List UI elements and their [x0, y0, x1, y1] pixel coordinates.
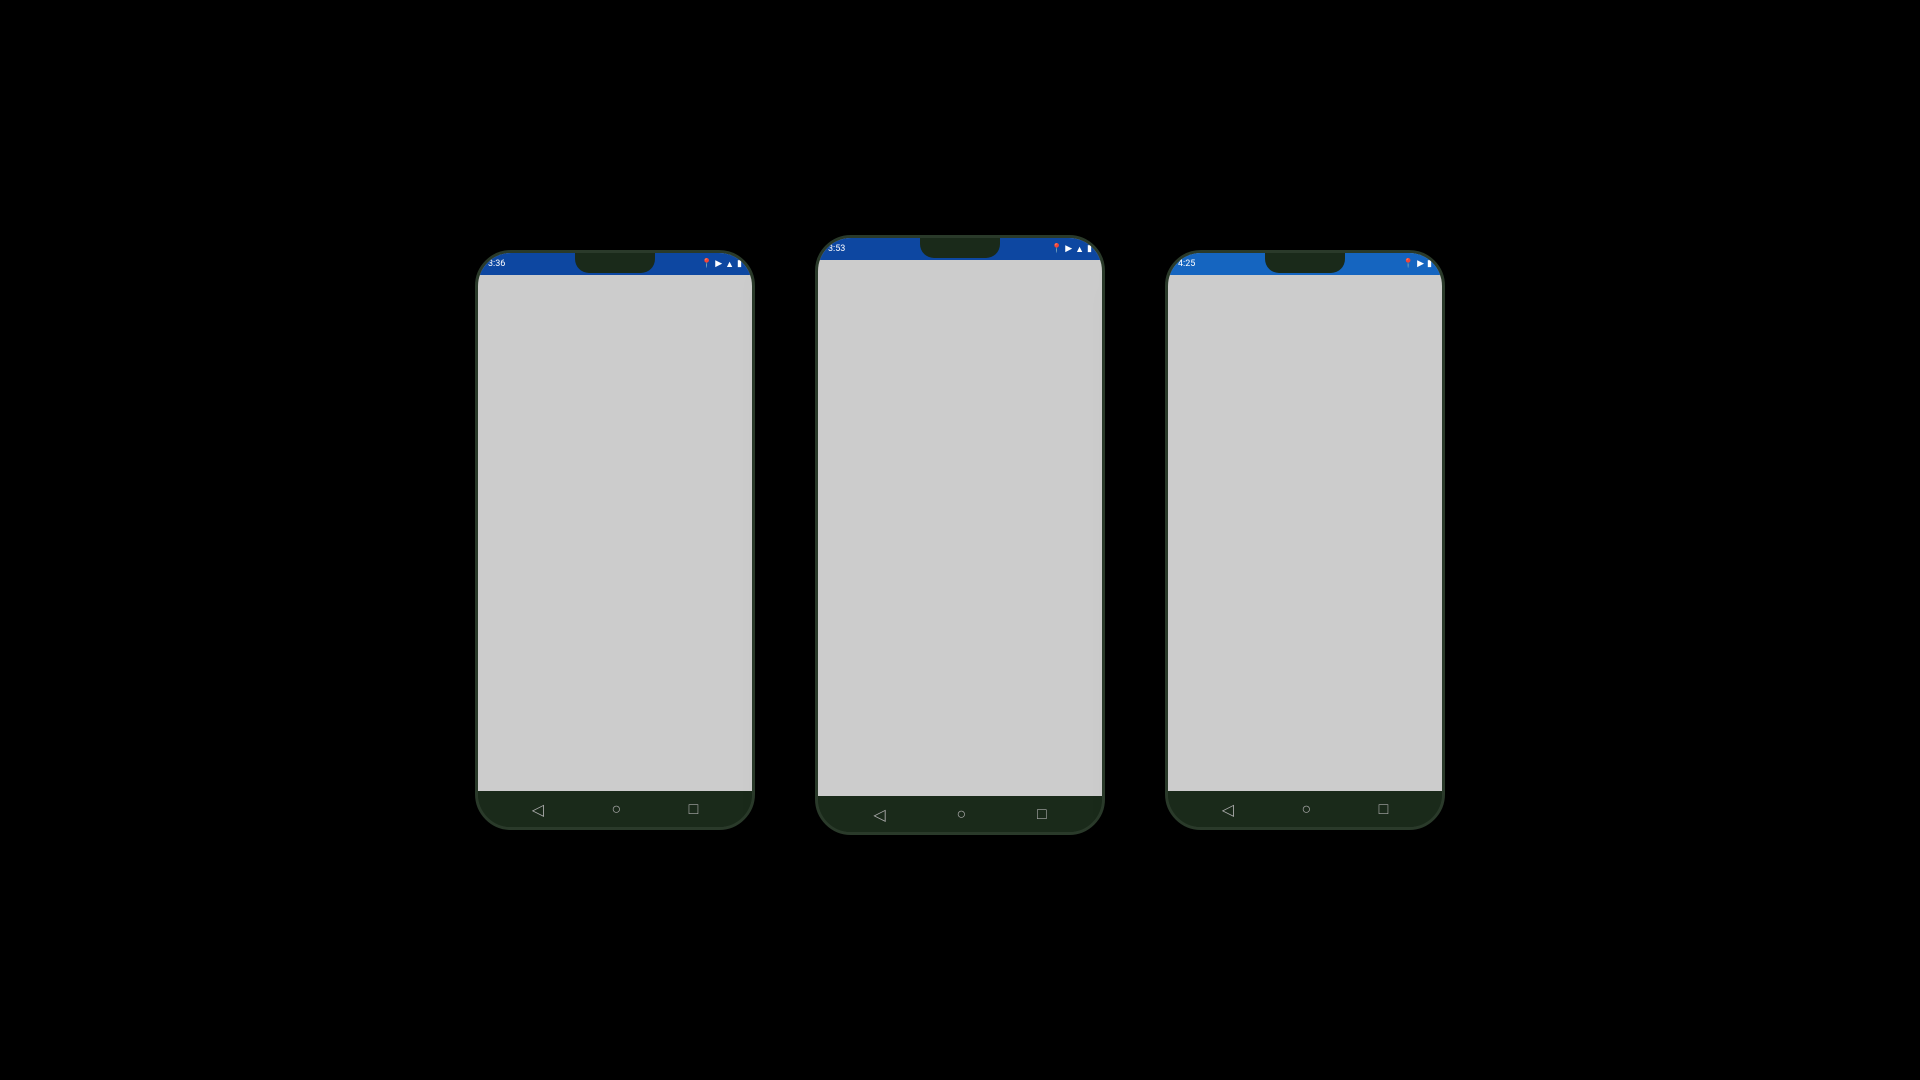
bottom-bar-2: ◁ ○ □	[818, 796, 1102, 832]
home-btn-1[interactable]: ○	[611, 799, 621, 819]
status-icons-1: 📍 ▶ ▲ ▮	[701, 259, 742, 270]
bat-icon-2: ▮	[1087, 244, 1092, 254]
phone-2: 3:53 📍 ▶ ▲ ▮ 3-18-13-21-W4 Township Rd 1…	[815, 235, 1105, 835]
back-btn-2[interactable]: ◁	[873, 805, 885, 824]
phone-notch-3	[1265, 253, 1345, 273]
phone-screen-2: 3:53 📍 ▶ ▲ ▮ 3-18-13-21-W4 Township Rd 1…	[818, 238, 1102, 796]
phone-notch-2	[920, 238, 1000, 258]
bottom-bar-3: ◁ ○ □	[1168, 791, 1442, 827]
home-btn-2[interactable]: ○	[956, 804, 966, 824]
status-time-1: 3:36	[488, 259, 505, 269]
phone-3: 4:25 📍 ▶ ▮ ↱ Crowfoot Rise NW 1.5 km	[1165, 250, 1445, 830]
sig-icon-2: ▶	[1065, 244, 1072, 254]
status-time-2: 3:53	[828, 244, 845, 254]
phone-screen-3: 4:25 📍 ▶ ▮ ↱ Crowfoot Rise NW 1.5 km	[1168, 253, 1442, 791]
phone-1: 3:36 📍 ▶ ▲ ▮ 16:22:28-4 W5 13 Search her…	[475, 250, 755, 830]
wifi-icon-2: ▲	[1075, 244, 1084, 255]
status-icons-2: 📍 ▶ ▲ ▮	[1051, 244, 1092, 255]
status-icon-wifi: ▲	[725, 259, 734, 270]
bottom-bar-1: ◁ ○ □	[478, 791, 752, 827]
status-icon-battery: ▮	[737, 259, 742, 269]
recents-btn-2[interactable]: □	[1037, 804, 1047, 824]
status-icon-signal: ▶	[715, 259, 722, 269]
recents-btn-1[interactable]: □	[689, 799, 699, 819]
recents-btn-3[interactable]: □	[1379, 799, 1389, 819]
bat-icon-3: ▮	[1427, 259, 1432, 269]
sig-icon-3: ▶	[1417, 259, 1424, 269]
status-icon-location: 📍	[701, 259, 712, 269]
back-btn-1[interactable]: ◁	[532, 800, 544, 819]
back-btn-3[interactable]: ◁	[1222, 800, 1234, 819]
phone-notch-1	[575, 253, 655, 273]
status-time-3: 4:25	[1178, 259, 1195, 269]
loc-icon-2: 📍	[1051, 244, 1062, 254]
status-icons-3: 📍 ▶ ▮	[1403, 259, 1432, 269]
phone-screen-1: 3:36 📍 ▶ ▲ ▮ 16:22:28-4 W5 13 Search her…	[478, 253, 752, 791]
home-btn-3[interactable]: ○	[1301, 799, 1311, 819]
loc-icon-3: 📍	[1403, 259, 1414, 269]
